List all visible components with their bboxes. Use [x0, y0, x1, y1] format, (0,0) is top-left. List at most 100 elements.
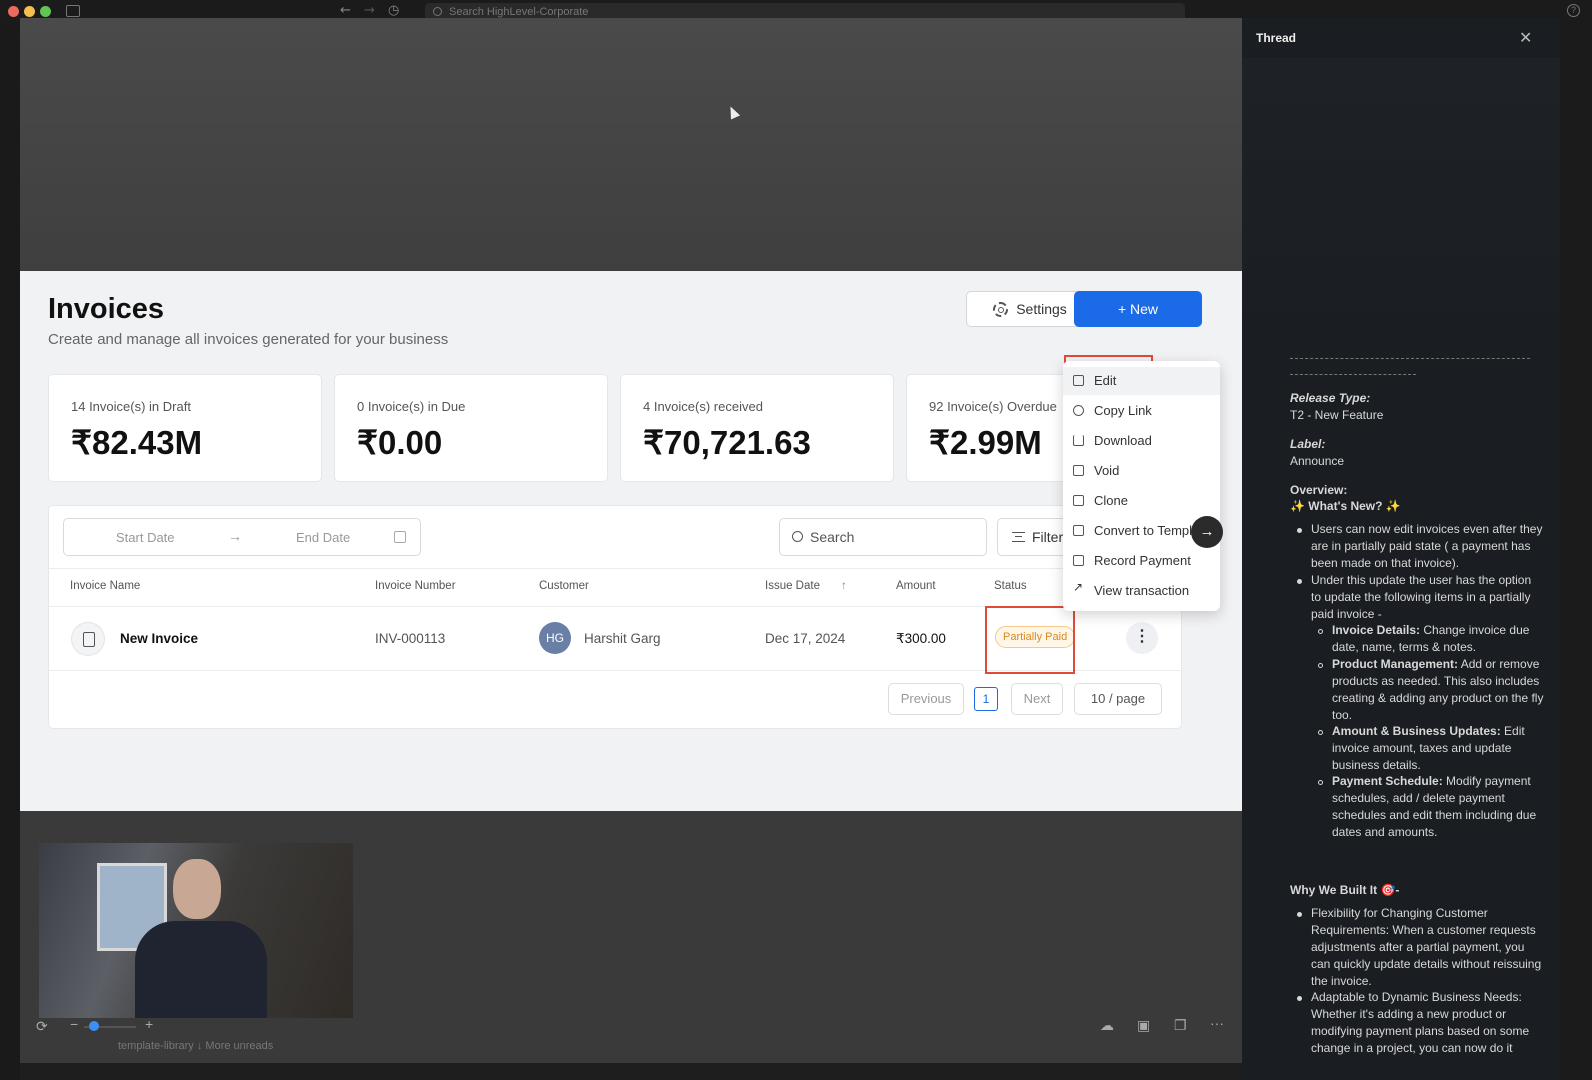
- summary-card-value: ₹2.99M: [929, 424, 1042, 461]
- sidebar-toggle-icon[interactable]: [66, 5, 80, 17]
- page-size-select[interactable]: 10 / page: [1074, 683, 1162, 715]
- filter-icon: [1012, 532, 1025, 542]
- gear-icon: [993, 301, 1009, 317]
- menu-item-record-payment[interactable]: Record Payment: [1063, 547, 1220, 575]
- close-window-button[interactable]: [8, 6, 19, 17]
- split-view-icon[interactable]: ▣: [1137, 1017, 1150, 1034]
- current-page-button[interactable]: 1: [974, 687, 998, 711]
- new-invoice-button[interactable]: + New: [1074, 291, 1202, 327]
- summary-card-value: ₹70,721.63: [643, 424, 811, 461]
- webcam-video: [39, 843, 353, 1018]
- menu-item-download[interactable]: Download: [1063, 427, 1220, 455]
- forward-arrow-icon[interactable]: →: [364, 3, 375, 18]
- thread-bullet: Adaptable to Dynamic Business Needs: Whe…: [1311, 990, 1530, 1055]
- menu-item-copy-link[interactable]: Copy Link: [1063, 397, 1220, 425]
- thread-sub-bullet: Product Management: Add or remove produc…: [1332, 656, 1544, 724]
- menu-item-label: Edit: [1094, 373, 1117, 388]
- label-label: Label:: [1290, 437, 1326, 451]
- thread-sub-bullet: Amount & Business Updates: Edit invoice …: [1332, 723, 1544, 774]
- blurred-message-area: [1242, 58, 1560, 358]
- customer-cell: Harshit Garg: [584, 631, 661, 646]
- clone-icon: [1073, 495, 1084, 506]
- maximize-window-button[interactable]: [40, 6, 51, 17]
- bullet: [1297, 912, 1302, 917]
- minimize-window-button[interactable]: [24, 6, 35, 17]
- payment-icon: [1073, 555, 1084, 566]
- column-header-issue-date[interactable]: Issue Date: [765, 580, 820, 592]
- cloud-download-icon[interactable]: ☁: [1100, 1017, 1114, 1034]
- summary-card-due: 0 Invoice(s) in Due ₹0.00: [334, 374, 608, 482]
- menu-item-label: View transaction: [1094, 583, 1190, 598]
- page-subtitle: Create and manage all invoices generated…: [48, 331, 449, 348]
- release-type-label: Release Type:: [1290, 391, 1371, 405]
- avatar: HG: [539, 622, 571, 654]
- invoice-number-cell: INV-000113: [375, 631, 446, 646]
- invoice-name-cell[interactable]: New Invoice: [120, 631, 198, 646]
- blurred-background-top: [20, 18, 1260, 271]
- submenu-arrow-button[interactable]: →: [1191, 516, 1223, 548]
- more-options-icon[interactable]: ···: [1210, 1015, 1224, 1031]
- settings-label: Settings: [1016, 301, 1067, 317]
- bullet: [1297, 579, 1302, 584]
- thread-bullet: Under this update the user has the optio…: [1311, 573, 1532, 621]
- back-arrow-icon[interactable]: ←: [340, 3, 351, 18]
- why-built-heading: Why We Built It 🎯-: [1290, 883, 1400, 897]
- zoom-in-icon[interactable]: +: [145, 1016, 153, 1032]
- issue-date-cell: Dec 17, 2024: [765, 631, 846, 646]
- table-search-input[interactable]: Search: [779, 518, 987, 556]
- close-icon[interactable]: ✕: [1519, 28, 1532, 48]
- summary-card-label: 0 Invoice(s) in Due: [357, 399, 466, 414]
- column-header-amount[interactable]: Amount: [896, 580, 936, 592]
- search-icon: [433, 7, 442, 16]
- column-header-status[interactable]: Status: [994, 580, 1027, 592]
- help-icon[interactable]: ?: [1567, 4, 1580, 17]
- date-range-arrow-icon: →: [228, 528, 242, 544]
- sub-bullet: [1318, 663, 1323, 668]
- bullet: [1297, 528, 1302, 533]
- page-title: Invoices: [48, 293, 165, 325]
- pip-icon[interactable]: ❐: [1174, 1017, 1187, 1034]
- presenter-body: [135, 921, 267, 1018]
- menu-item-view-transaction[interactable]: ↗ View transaction: [1063, 577, 1220, 605]
- zoom-slider-handle[interactable]: [89, 1021, 99, 1031]
- date-range-picker[interactable]: Start Date → End Date: [63, 518, 421, 556]
- start-date-placeholder: Start Date: [116, 530, 175, 545]
- menu-item-clone[interactable]: Clone: [1063, 487, 1220, 515]
- menu-item-label: Void: [1094, 463, 1120, 478]
- sort-arrow-icon[interactable]: ↑: [841, 580, 847, 592]
- status-highlight-box: [985, 606, 1075, 674]
- overview-label: Overview:: [1290, 483, 1348, 497]
- menu-item-void[interactable]: Void: [1063, 457, 1220, 485]
- menu-item-edit[interactable]: Edit: [1063, 367, 1220, 395]
- sub-bullet: [1318, 730, 1323, 735]
- amount-cell: ₹300.00: [896, 631, 946, 646]
- summary-card-label: 4 Invoice(s) received: [643, 399, 763, 414]
- column-header-invoice-name[interactable]: Invoice Name: [70, 580, 140, 592]
- previous-page-button[interactable]: Previous: [888, 683, 964, 715]
- thread-sub-bullet: Invoice Details: Change invoice due date…: [1332, 622, 1544, 656]
- row-actions-dropdown: Edit Copy Link Download Void Clone Conve…: [1063, 361, 1220, 611]
- whats-new-heading: ✨ What's New? ✨: [1290, 499, 1401, 513]
- right-edge-strip: [1560, 18, 1592, 1080]
- refresh-icon[interactable]: ⟳: [36, 1018, 48, 1035]
- summary-card-received: 4 Invoice(s) received ₹70,721.63: [620, 374, 894, 482]
- history-clock-icon[interactable]: ◷: [388, 3, 399, 18]
- document-icon: [71, 622, 105, 656]
- next-page-button[interactable]: Next: [1011, 683, 1063, 715]
- release-type-value: T2 - New Feature: [1290, 408, 1384, 422]
- thread-title: Thread: [1256, 31, 1297, 45]
- trash-icon: [1073, 465, 1084, 476]
- column-header-invoice-number[interactable]: Invoice Number: [375, 580, 456, 592]
- summary-card-value: ₹0.00: [357, 424, 443, 461]
- divider: [1290, 358, 1530, 359]
- column-header-customer[interactable]: Customer: [539, 580, 589, 592]
- menu-item-label: Record Payment: [1094, 553, 1191, 568]
- row-actions-menu-button[interactable]: ⋮: [1126, 622, 1158, 654]
- table-search-placeholder: Search: [810, 529, 855, 545]
- sub-bullet: [1318, 629, 1323, 634]
- sub-bullet: [1318, 780, 1323, 785]
- summary-card-draft: 14 Invoice(s) in Draft ₹82.43M: [48, 374, 322, 482]
- zoom-out-icon[interactable]: −: [70, 1016, 78, 1032]
- sub-bullet-head: Payment Schedule:: [1332, 774, 1443, 788]
- thread-sub-bullet: Payment Schedule: Modify payment schedul…: [1332, 773, 1544, 841]
